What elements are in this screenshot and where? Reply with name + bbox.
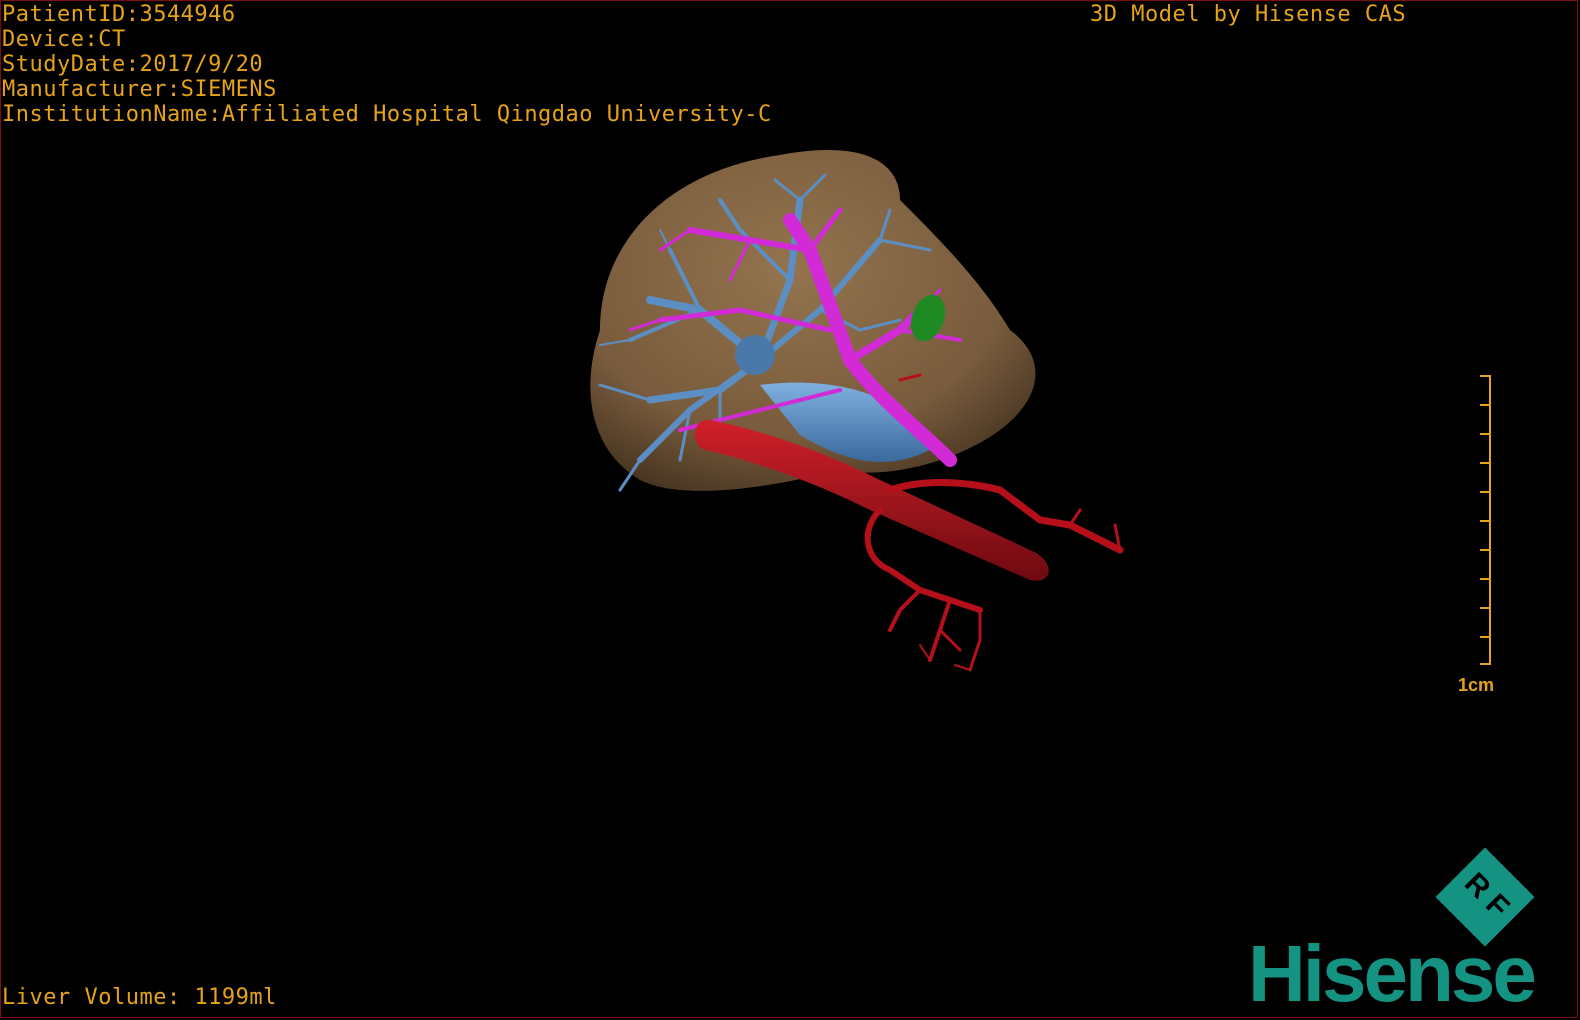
liver-3d-model[interactable] [560, 130, 1160, 690]
model-credit: 3D Model by Hisense CAS [1090, 2, 1407, 27]
device: Device:CT [2, 27, 126, 52]
scale-ticks [1480, 375, 1490, 665]
manufacturer: Manufacturer:SIEMENS [2, 77, 277, 102]
patient-id: PatientID:3544946 [2, 2, 236, 27]
hisense-logo: Hisense [1248, 929, 1537, 1018]
dicom-info-overlay: PatientID:3544946 Device:CT StudyDate:20… [2, 2, 772, 127]
institution-name: InstitutionName:Affiliated Hospital Qing… [2, 102, 772, 127]
study-date: StudyDate:2017/9/20 [2, 52, 264, 77]
scale-bar-label: 1cm [1458, 675, 1495, 695]
liver-volume: Liver Volume: 1199ml [2, 985, 277, 1010]
scale-bar [1480, 375, 1491, 665]
